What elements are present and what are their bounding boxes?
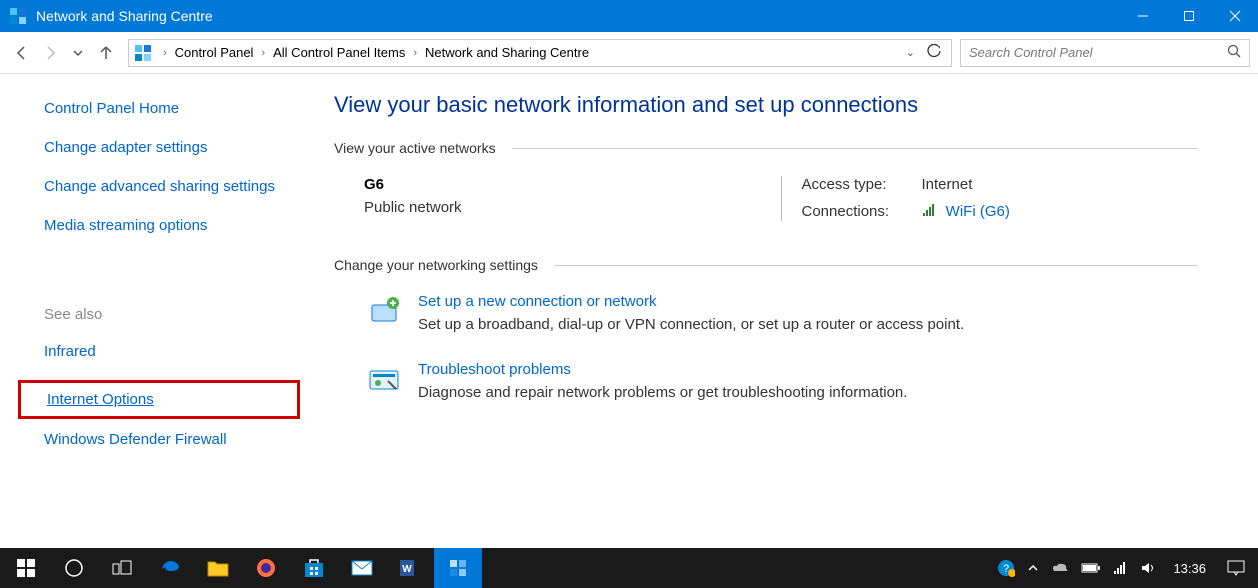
active-networks-label: View your active networks xyxy=(334,140,496,156)
task-view-button[interactable] xyxy=(98,548,146,588)
search-box[interactable] xyxy=(960,39,1250,67)
mail-icon[interactable] xyxy=(338,548,386,588)
chevron-down-icon[interactable]: ⌄ xyxy=(900,46,921,59)
setup-connection-item: Set up a new connection or network Set u… xyxy=(334,293,1198,333)
change-settings-heading: Change your networking settings xyxy=(334,257,1198,273)
active-network: G6 Public network Access type: Internet … xyxy=(334,176,1198,221)
breadcrumb-item[interactable]: All Control Panel Items xyxy=(271,45,407,60)
network-sharing-icon xyxy=(8,6,28,26)
troubleshoot-desc: Diagnose and repair network problems or … xyxy=(418,384,907,401)
recent-locations-button[interactable] xyxy=(64,39,92,67)
seealso-heading: See also xyxy=(44,306,280,323)
taskbar: W ? 13:36 xyxy=(0,548,1258,588)
sidebar-link-advanced-sharing[interactable]: Change advanced sharing settings xyxy=(44,176,280,197)
store-icon[interactable] xyxy=(290,548,338,588)
troubleshoot-link[interactable]: Troubleshoot problems xyxy=(418,361,571,378)
navbar: › Control Panel › All Control Panel Item… xyxy=(0,32,1258,74)
minimize-button[interactable] xyxy=(1120,0,1166,32)
chevron-right-icon[interactable]: › xyxy=(255,47,271,59)
tray-onedrive-icon[interactable] xyxy=(1045,548,1075,588)
change-settings-label: Change your networking settings xyxy=(334,257,538,273)
search-icon[interactable] xyxy=(1227,44,1241,61)
tray-wifi-icon[interactable] xyxy=(1107,548,1135,588)
setup-connection-desc: Set up a broadband, dial-up or VPN conne… xyxy=(418,316,964,333)
connection-link[interactable]: WiFi (G6) xyxy=(946,203,1010,220)
word-icon[interactable]: W xyxy=(386,548,434,588)
tray-battery-icon[interactable] xyxy=(1075,548,1107,588)
back-button[interactable] xyxy=(8,39,36,67)
chevron-right-icon[interactable]: › xyxy=(407,47,423,59)
breadcrumb[interactable]: › Control Panel › All Control Panel Item… xyxy=(128,39,952,67)
chevron-right-icon[interactable]: › xyxy=(157,47,173,59)
new-connection-icon xyxy=(364,293,404,333)
seealso-link-internet-options[interactable]: Internet Options xyxy=(47,389,289,410)
firefox-icon[interactable] xyxy=(242,548,290,588)
svg-text:W: W xyxy=(402,564,412,575)
control-panel-task-icon[interactable] xyxy=(434,548,482,588)
up-button[interactable] xyxy=(92,39,120,67)
refresh-button[interactable] xyxy=(921,44,947,61)
access-type-label: Access type: xyxy=(802,176,922,193)
divider xyxy=(512,148,1198,149)
action-center-icon[interactable] xyxy=(1216,560,1256,576)
wifi-signal-icon xyxy=(922,203,938,221)
sidebar-link-home[interactable]: Control Panel Home xyxy=(44,98,280,119)
edge-icon[interactable] xyxy=(146,548,194,588)
troubleshoot-item: Troubleshoot problems Diagnose and repai… xyxy=(334,361,1198,401)
taskbar-clock[interactable]: 13:36 xyxy=(1163,561,1216,576)
highlight-box: Internet Options xyxy=(18,380,300,419)
breadcrumb-item[interactable]: Control Panel xyxy=(173,45,256,60)
forward-button[interactable] xyxy=(36,39,64,67)
divider xyxy=(554,265,1198,266)
connections-label: Connections: xyxy=(802,203,922,221)
control-panel-icon xyxy=(133,43,153,63)
file-explorer-icon[interactable] xyxy=(194,548,242,588)
titlebar: Network and Sharing Centre xyxy=(0,0,1258,32)
setup-connection-link[interactable]: Set up a new connection or network xyxy=(418,293,656,310)
tray-chevron-up-icon[interactable] xyxy=(1021,548,1045,588)
cortana-button[interactable] xyxy=(50,548,98,588)
window-title: Network and Sharing Centre xyxy=(36,8,213,24)
troubleshoot-icon xyxy=(364,361,404,401)
network-category: Public network xyxy=(364,199,761,216)
breadcrumb-item[interactable]: Network and Sharing Centre xyxy=(423,45,591,60)
tray-volume-icon[interactable] xyxy=(1135,548,1163,588)
seealso-link-infrared[interactable]: Infrared xyxy=(44,341,280,362)
main-pane: View your basic network information and … xyxy=(300,74,1258,548)
seealso-link-defender-firewall[interactable]: Windows Defender Firewall xyxy=(44,429,280,450)
sidebar: Control Panel Home Change adapter settin… xyxy=(0,74,300,548)
sidebar-link-adapter[interactable]: Change adapter settings xyxy=(44,137,280,158)
active-networks-heading: View your active networks xyxy=(334,140,1198,156)
maximize-button[interactable] xyxy=(1166,0,1212,32)
tray-help-icon[interactable]: ? xyxy=(991,548,1021,588)
access-type-value: Internet xyxy=(922,176,1199,193)
close-button[interactable] xyxy=(1212,0,1258,32)
system-tray: ? 13:36 xyxy=(991,548,1256,588)
sidebar-link-media-streaming[interactable]: Media streaming options xyxy=(44,215,280,236)
network-name: G6 xyxy=(364,176,761,193)
start-button[interactable] xyxy=(2,548,50,588)
page-heading: View your basic network information and … xyxy=(334,92,1198,118)
search-input[interactable] xyxy=(969,45,1227,60)
